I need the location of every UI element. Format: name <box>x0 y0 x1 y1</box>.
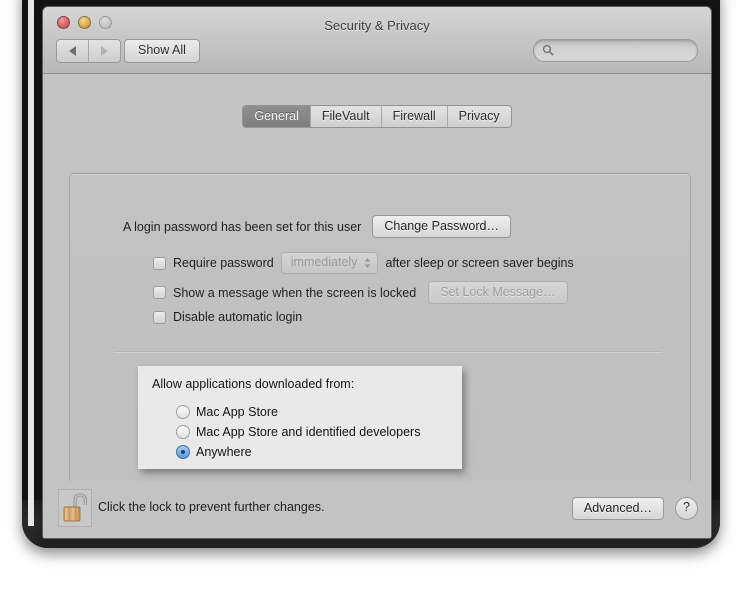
tab-filevault[interactable]: FileVault <box>309 106 381 127</box>
gatekeeper-radio-group: Mac App Store Mac App Store and identifi… <box>176 402 420 462</box>
radio-identified-developers[interactable] <box>176 425 190 439</box>
require-password-delay-value: immediately <box>290 255 358 269</box>
tab-privacy[interactable]: Privacy <box>446 106 511 127</box>
radio-mac-app-store[interactable] <box>176 405 190 419</box>
tab-general[interactable]: General <box>243 106 310 127</box>
help-button[interactable]: ? <box>675 497 698 520</box>
show-all-button[interactable]: Show All <box>124 39 200 63</box>
navigation-buttons <box>56 39 121 63</box>
show-message-checkbox[interactable] <box>153 286 166 299</box>
require-password-delay-select[interactable]: immediately <box>280 252 379 274</box>
screenshot-root: Security & Privacy Show All General File… <box>0 0 750 600</box>
lock-button[interactable] <box>58 489 92 527</box>
password-status-label: A login password has been set for this u… <box>123 219 362 234</box>
back-button[interactable] <box>57 40 88 62</box>
radio-anywhere[interactable] <box>176 445 190 459</box>
show-message-row: Show a message when the screen is locked… <box>153 281 568 304</box>
radio-label-identified-developers: Mac App Store and identified developers <box>196 425 421 439</box>
require-password-suffix-label: after sleep or screen saver begins <box>385 256 574 270</box>
require-password-checkbox[interactable] <box>153 256 166 270</box>
window-title: Security & Privacy <box>324 18 430 33</box>
security-privacy-window: Security & Privacy Show All General File… <box>42 6 712 539</box>
titlebar: Security & Privacy Show All <box>43 7 711 74</box>
search-field[interactable] <box>533 39 698 62</box>
device-bezel-lip <box>28 0 34 526</box>
gatekeeper-option-anywhere[interactable]: Anywhere <box>176 442 420 462</box>
set-lock-message-button[interactable]: Set Lock Message… <box>428 281 568 304</box>
require-password-row: Require password immediately after sleep… <box>153 252 574 274</box>
search-input[interactable] <box>559 42 689 61</box>
search-icon <box>542 44 554 56</box>
login-password-row: A login password has been set for this u… <box>123 215 511 238</box>
disable-auto-login-row: Disable automatic login <box>153 310 302 324</box>
gatekeeper-option-mac-app-store[interactable]: Mac App Store <box>176 402 420 422</box>
disable-auto-login-label: Disable automatic login <box>173 310 303 324</box>
radio-label-anywhere: Anywhere <box>196 445 252 459</box>
gatekeeper-option-identified-developers[interactable]: Mac App Store and identified developers <box>176 422 420 442</box>
radio-label-mac-app-store: Mac App Store <box>196 405 278 419</box>
tab-group: General FileVault Firewall Privacy <box>242 105 512 128</box>
lock-caption-label: Click the lock to prevent further change… <box>98 500 325 514</box>
window-body: General FileVault Firewall Privacy A log… <box>43 74 711 538</box>
forward-button[interactable] <box>88 40 120 62</box>
unlocked-padlock-icon <box>58 489 92 527</box>
gatekeeper-heading: Allow applications downloaded from: <box>152 377 355 391</box>
footer-bar: Click the lock to prevent further change… <box>43 481 711 538</box>
tab-bar: General FileVault Firewall Privacy <box>43 105 711 128</box>
chevron-right-icon <box>101 46 108 56</box>
section-divider <box>114 351 662 353</box>
gatekeeper-panel: Allow applications downloaded from: Mac … <box>138 366 462 469</box>
advanced-button[interactable]: Advanced… <box>571 497 664 520</box>
show-message-label: Show a message when the screen is locked <box>173 285 417 300</box>
stepper-arrows-icon <box>364 258 371 268</box>
change-password-button[interactable]: Change Password… <box>372 215 511 238</box>
tab-firewall[interactable]: Firewall <box>380 106 447 127</box>
require-password-label: Require password <box>173 256 274 270</box>
chevron-left-icon <box>69 46 76 56</box>
disable-auto-login-checkbox[interactable] <box>153 310 166 324</box>
